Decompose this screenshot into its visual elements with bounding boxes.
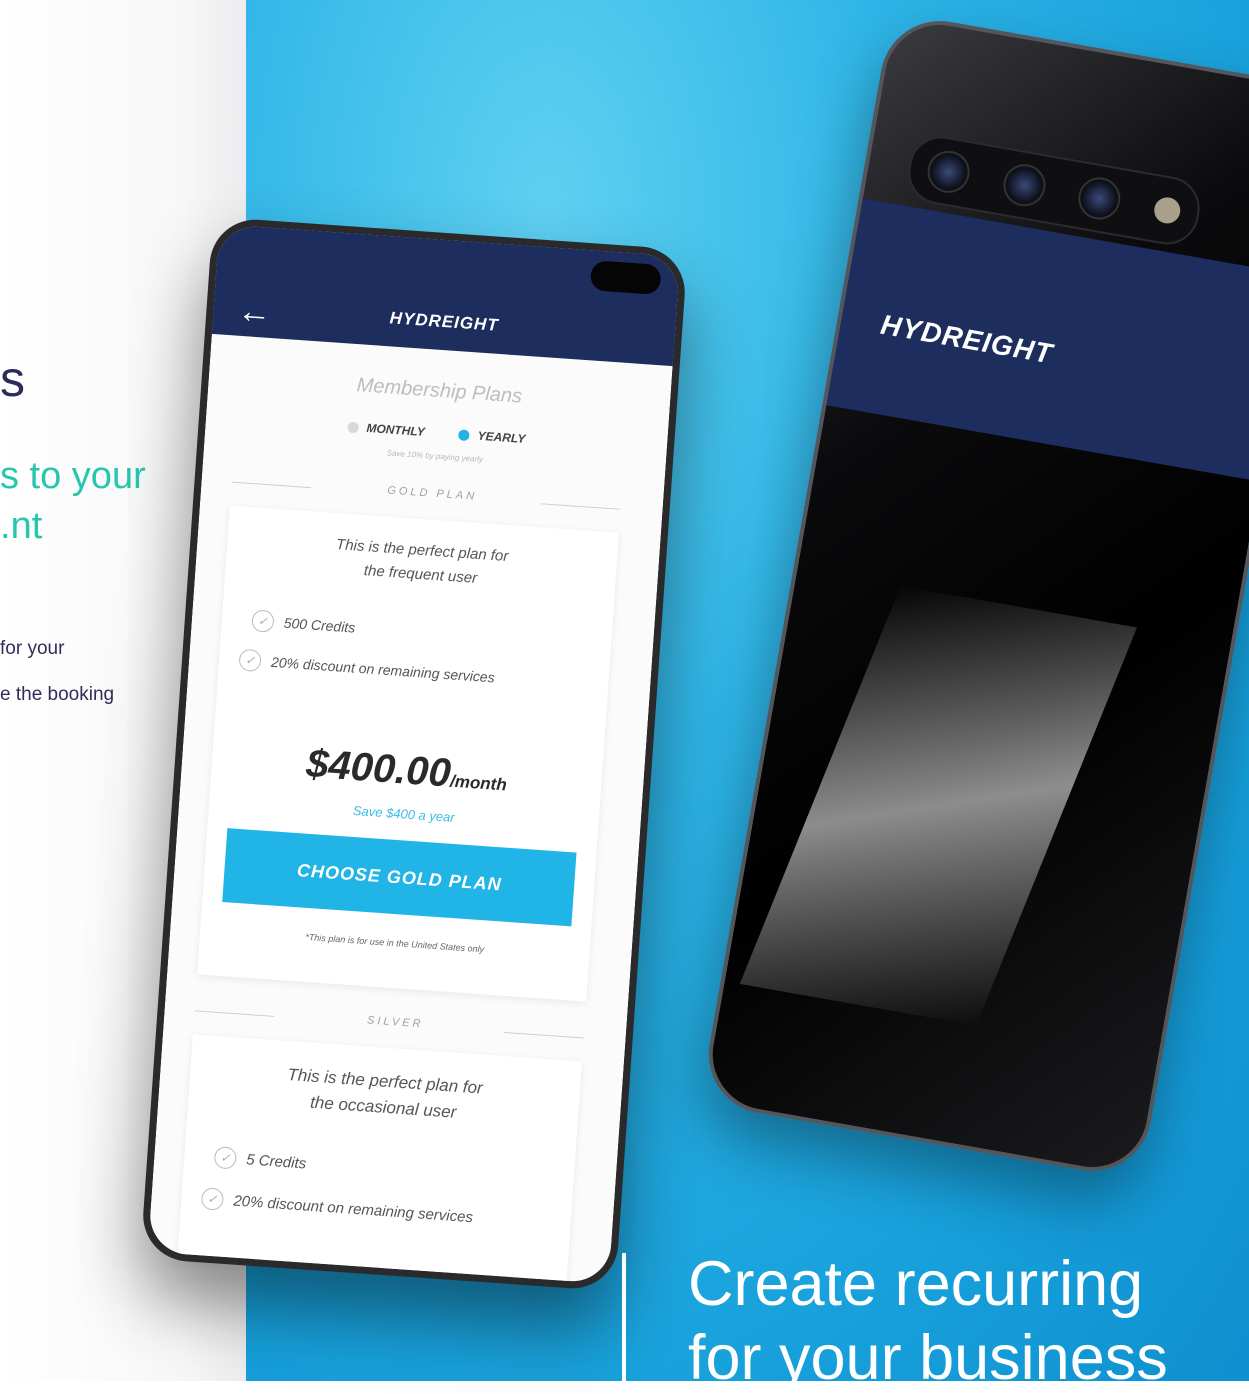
plan-feature: ✓ 5 Credits — [213, 1146, 307, 1174]
billing-option-yearly[interactable]: YEARLY — [458, 427, 526, 446]
tagline-line-1: Create recurring — [688, 1249, 1144, 1319]
plan-feature-label: 5 Credits — [245, 1150, 307, 1172]
billing-option-label: YEARLY — [477, 428, 526, 446]
camera-lens-icon — [999, 160, 1049, 210]
check-circle-icon: ✓ — [213, 1146, 238, 1170]
camera-lens-icon — [924, 147, 974, 197]
plan-feature-label: 20% discount on remaining services — [232, 1192, 474, 1226]
front-phone-mockup: ← HYDREIGHT Membership Plans MONTHLY YEA… — [140, 216, 688, 1292]
app-logo: HYDREIGHT — [389, 308, 500, 335]
plan-feature-label: 500 Credits — [283, 614, 356, 636]
plan-feature-label: 20% discount on remaining services — [270, 653, 496, 686]
tagline-accent-bar — [622, 1253, 626, 1381]
price-unit: /month — [449, 771, 508, 795]
choose-gold-plan-button[interactable]: CHOOSE GOLD PLAN — [222, 828, 577, 927]
camera-lens-icon — [1075, 174, 1124, 223]
radio-unselected-icon — [347, 421, 359, 433]
plan-feature: ✓ 500 Credits — [251, 609, 356, 638]
front-camera-icon — [589, 260, 662, 296]
tagline-line-2: for your business — [688, 1323, 1168, 1393]
radio-selected-icon — [458, 428, 471, 441]
check-circle-icon: ✓ — [251, 609, 275, 633]
page-title: Membership Plans — [356, 374, 523, 408]
billing-option-monthly[interactable]: MONTHLY — [347, 420, 425, 439]
gold-plan-card: This is the perfect plan for the frequen… — [197, 505, 619, 1002]
plan-feature: ✓ 20% discount on remaining services — [200, 1187, 474, 1228]
app-screen: ← HYDREIGHT Membership Plans MONTHLY YEA… — [147, 224, 681, 1292]
camera-flash-icon — [1151, 195, 1183, 226]
plan-feature: ✓ 20% discount on remaining services — [238, 648, 496, 689]
billing-option-label: MONTHLY — [366, 420, 426, 439]
plan-fine-print: *This plan is for use in the United Stat… — [305, 931, 485, 955]
price-amount: $400.00 — [304, 741, 453, 796]
glass-reflection — [739, 585, 1138, 1026]
silver-plan-card: This is the perfect plan for the occasio… — [176, 1034, 582, 1292]
check-circle-icon: ✓ — [200, 1187, 225, 1211]
check-circle-icon: ✓ — [238, 648, 262, 673]
app-header: ← HYDREIGHT — [211, 224, 681, 367]
